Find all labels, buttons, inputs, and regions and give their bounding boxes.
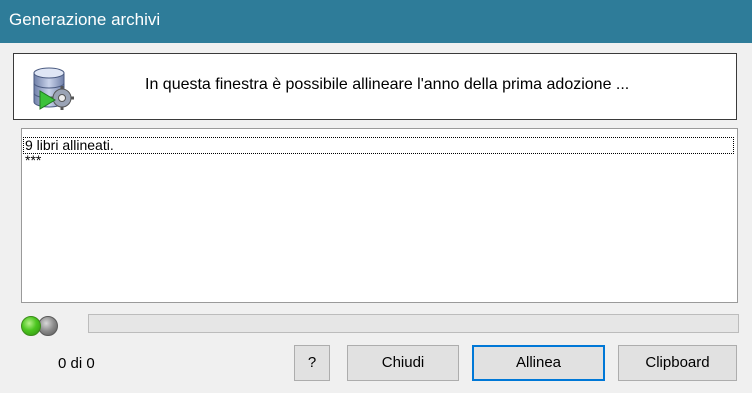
- header-panel: In questa finestra è possibile allineare…: [13, 53, 737, 120]
- progress-counter: 0 di 0: [58, 355, 95, 372]
- clipboard-button[interactable]: Clipboard: [618, 345, 737, 381]
- database-gear-play-icon: [33, 67, 74, 110]
- progress-bar: [88, 314, 739, 333]
- log-line-selected[interactable]: 9 libri allineati.: [23, 137, 734, 154]
- log-textbox[interactable]: 9 libri allineati. ***: [21, 128, 738, 303]
- window-titlebar[interactable]: Generazione archivi: [0, 0, 752, 43]
- header-description: In questa finestra è possibile allineare…: [145, 76, 630, 93]
- window-title: Generazione archivi: [9, 10, 161, 29]
- gray-status-light: [38, 316, 58, 336]
- help-button[interactable]: ?: [294, 345, 330, 381]
- align-button[interactable]: Allinea: [472, 345, 605, 381]
- green-status-light: [21, 316, 41, 336]
- close-button[interactable]: Chiudi: [347, 345, 459, 381]
- log-line[interactable]: ***: [25, 153, 41, 168]
